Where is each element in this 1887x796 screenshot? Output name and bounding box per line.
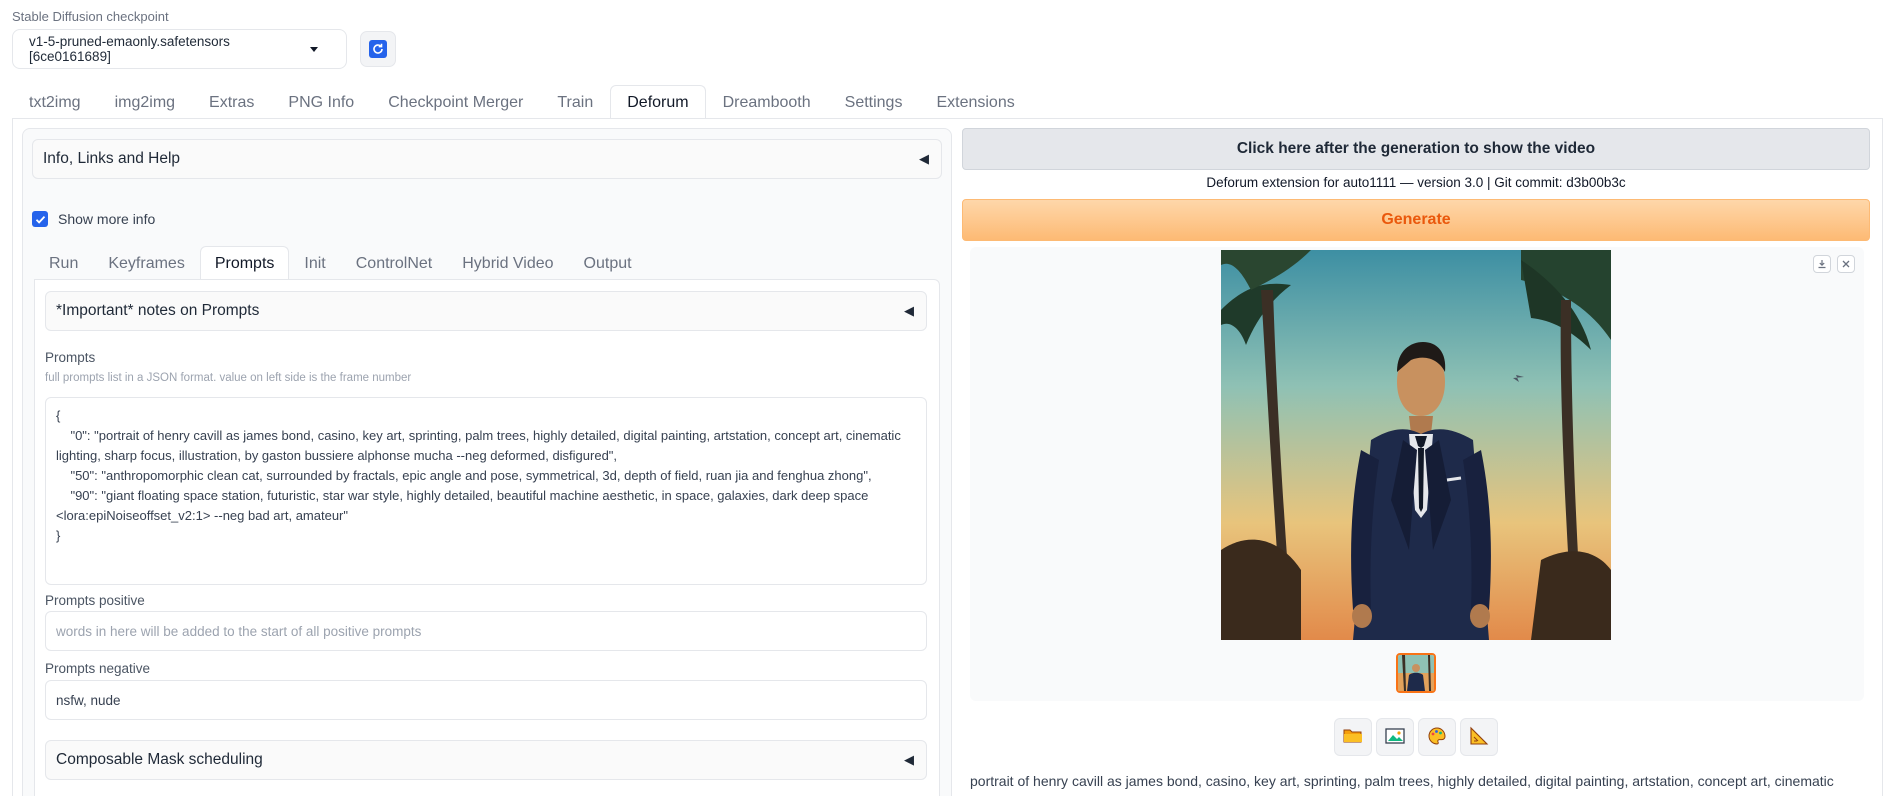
ruler-icon	[1469, 726, 1489, 749]
tab-extensions[interactable]: Extensions	[919, 85, 1031, 119]
tab-dreambooth[interactable]: Dreambooth	[706, 85, 828, 119]
subtab-prompts[interactable]: Prompts	[199, 246, 290, 280]
show-video-button[interactable]: Click here after the generation to show …	[962, 128, 1870, 170]
tab-img2img[interactable]: img2img	[98, 85, 192, 119]
close-icon[interactable]	[1837, 255, 1855, 273]
chevron-down-icon	[310, 46, 318, 52]
gallery-thumbnail[interactable]	[1396, 653, 1436, 693]
palette-icon	[1427, 726, 1447, 749]
prompts-negative-input[interactable]: nsfw, nude	[45, 680, 927, 720]
info-links-help-accordion[interactable]: Info, Links and Help ◀	[32, 139, 942, 179]
prompts-info: full prompts list in a JSON format. valu…	[45, 372, 412, 384]
accordion-label: Info, Links and Help	[43, 150, 181, 167]
accordion-label: Composable Mask scheduling	[56, 751, 263, 768]
tab-deforum[interactable]: Deforum	[610, 85, 706, 119]
subtab-controlnet[interactable]: ControlNet	[341, 246, 447, 280]
tab-checkpoint-merger[interactable]: Checkpoint Merger	[371, 85, 540, 119]
prompts-label: Prompts	[45, 350, 96, 365]
send-to-img2img-button[interactable]	[1376, 718, 1414, 756]
accordion-label: *Important* notes on Prompts	[56, 302, 260, 319]
generate-button[interactable]: Generate	[962, 199, 1870, 241]
checkpoint-label: Stable Diffusion checkpoint	[12, 9, 169, 24]
generation-info-text: portrait of henry cavill as james bond, …	[970, 773, 1834, 796]
collapse-arrow-icon: ◀	[904, 303, 914, 318]
prompts-positive-label: Prompts positive	[45, 593, 145, 608]
subtab-hybrid-video[interactable]: Hybrid Video	[447, 246, 568, 280]
subtab-run[interactable]: Run	[34, 246, 93, 280]
tab-txt2img[interactable]: txt2img	[12, 85, 98, 119]
composable-mask-accordion[interactable]: Composable Mask scheduling ◀	[45, 740, 927, 780]
version-info: Deforum extension for auto1111 — version…	[1206, 175, 1626, 190]
open-folder-button[interactable]	[1334, 718, 1372, 756]
generated-image[interactable]	[1221, 250, 1611, 640]
show-more-info-checkbox[interactable]	[32, 211, 48, 227]
tab-png-info[interactable]: PNG Info	[271, 85, 371, 119]
folder-icon	[1343, 727, 1363, 748]
collapse-arrow-icon: ◀	[919, 151, 929, 166]
collapse-arrow-icon: ◀	[904, 752, 914, 767]
tab-extras[interactable]: Extras	[192, 85, 271, 119]
main-tab-bar: txt2img img2img Extras PNG Info Checkpoi…	[12, 85, 1032, 119]
download-icon[interactable]	[1813, 255, 1831, 273]
prompts-textarea[interactable]: { "0": "portrait of henry cavill as jame…	[45, 397, 927, 585]
subtab-keyframes[interactable]: Keyframes	[93, 246, 199, 280]
refresh-checkpoint-button[interactable]	[360, 31, 396, 67]
checkpoint-dropdown[interactable]: v1-5-pruned-emaonly.safetensors [6ce0161…	[12, 29, 347, 69]
prompts-negative-label: Prompts negative	[45, 661, 151, 676]
checkpoint-value: v1-5-pruned-emaonly.safetensors [6ce0161…	[29, 34, 230, 64]
send-to-extras-button[interactable]	[1460, 718, 1498, 756]
tab-settings[interactable]: Settings	[828, 85, 920, 119]
frame-border-right	[1882, 118, 1883, 796]
refresh-icon	[369, 40, 387, 58]
show-more-info-label: Show more info	[58, 211, 156, 227]
subtab-output[interactable]: Output	[569, 246, 647, 280]
subtab-init[interactable]: Init	[289, 246, 340, 280]
deforum-sub-tab-bar: Run Keyframes Prompts Init ControlNet Hy…	[34, 246, 647, 280]
tab-train[interactable]: Train	[540, 85, 610, 119]
send-to-inpaint-button[interactable]	[1418, 718, 1456, 756]
image-icon	[1385, 727, 1405, 748]
important-notes-accordion[interactable]: *Important* notes on Prompts ◀	[45, 291, 927, 331]
prompts-positive-input[interactable]: words in here will be added to the start…	[45, 611, 927, 651]
tab-divider	[12, 118, 1883, 119]
frame-border-left	[12, 118, 13, 796]
show-more-info-row[interactable]: Show more info	[32, 211, 155, 227]
